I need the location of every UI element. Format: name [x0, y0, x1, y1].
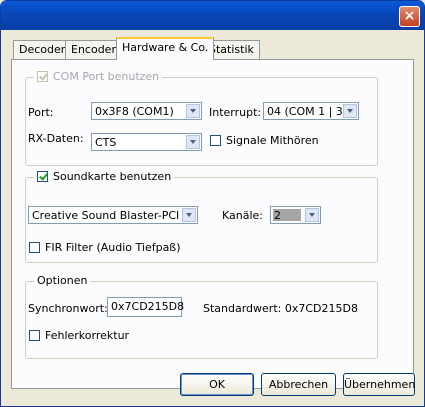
error-correction-checkbox[interactable] [29, 330, 40, 341]
fir-filter-label: FIR Filter (Audio Tiefpaß) [45, 241, 181, 254]
tab-hardware[interactable]: Hardware & Co. [116, 37, 215, 60]
interrupt-value: 04 (COM 1 | 3) [267, 105, 348, 118]
tab-decoder[interactable]: Decoder [13, 40, 72, 59]
rx-data-label: RX-Daten: [28, 132, 84, 145]
sync-word-input[interactable]: 0x7CD215D8 [107, 297, 185, 317]
close-button[interactable]: × [399, 6, 420, 27]
port-select[interactable]: 0x3F8 (COM1) [91, 102, 202, 120]
tab-encoder[interactable]: Encoder [65, 40, 122, 59]
tab-panel-hardware: COM Port benutzen Port: 0x3F8 (COM1) Int… [11, 59, 414, 389]
signal-monitor-label: Signale Mithören [226, 134, 319, 147]
channels-label: Kanäle: [222, 209, 264, 222]
tab-label: Statistik [209, 43, 254, 56]
apply-label: Übernehmen [344, 378, 416, 391]
tab-label: Hardware & Co. [122, 41, 209, 54]
com-port-toggle[interactable]: COM Port benutzen [34, 70, 163, 83]
default-value-text: Standardwert: 0x7CD215D8 [203, 302, 358, 315]
soundcard-toggle[interactable]: Soundkarte benutzen [34, 170, 175, 183]
chevron-down-icon[interactable] [182, 208, 196, 222]
soundcard-checkbox[interactable] [37, 171, 48, 182]
com-port-label: COM Port benutzen [53, 70, 160, 83]
chevron-down-icon[interactable] [186, 104, 200, 118]
rx-data-select[interactable]: CTS [91, 133, 202, 151]
chevron-down-icon[interactable] [305, 208, 319, 222]
interrupt-select[interactable]: 04 (COM 1 | 3) [263, 102, 359, 120]
title-bar: × [1, 1, 424, 30]
cancel-label: Abbrechen [268, 378, 329, 391]
options-legend: Optionen [34, 274, 91, 287]
apply-button[interactable]: Übernehmen [343, 373, 415, 396]
options-group: Optionen [25, 274, 378, 359]
port-label: Port: [28, 106, 54, 119]
soundcard-label: Soundkarte benutzen [53, 170, 172, 183]
rx-data-value: CTS [95, 136, 117, 149]
sound-device-select[interactable]: Creative Sound Blaster-PCI [28, 206, 198, 224]
port-value: 0x3F8 (COM1) [95, 105, 174, 118]
fir-filter-checkbox[interactable] [29, 242, 40, 253]
error-correction-label: Fehlerkorrektur [45, 329, 130, 342]
com-port-checkbox[interactable] [37, 71, 48, 82]
dialog-window: × Decoder Encoder Hardware & Co. Statist… [0, 0, 425, 407]
com-port-group: COM Port benutzen [25, 70, 378, 166]
options-label: Optionen [37, 274, 88, 287]
chevron-down-icon[interactable] [343, 104, 357, 118]
close-icon: × [403, 8, 416, 24]
ok-button[interactable]: OK [180, 373, 254, 396]
sync-word-value: 0x7CD215D8 [111, 300, 185, 313]
ok-label: OK [209, 378, 225, 391]
channels-value: 2 [274, 209, 281, 222]
interrupt-label: Interrupt: [209, 106, 262, 119]
error-correction-toggle[interactable]: Fehlerkorrektur [29, 329, 129, 342]
signal-monitor-checkbox[interactable] [210, 135, 221, 146]
sound-device-value: Creative Sound Blaster-PCI [32, 209, 180, 222]
chevron-down-icon[interactable] [186, 135, 200, 149]
dialog-body: Decoder Encoder Hardware & Co. Statistik… [4, 30, 421, 403]
signal-monitor-toggle[interactable]: Signale Mithören [210, 134, 319, 147]
sync-word-label: Synchronwort: [28, 302, 108, 315]
cancel-button[interactable]: Abbrechen [261, 373, 336, 396]
tab-label: Encoder [71, 43, 116, 56]
channels-select[interactable]: 2 [270, 206, 321, 224]
tab-label: Decoder [19, 43, 66, 56]
fir-filter-toggle[interactable]: FIR Filter (Audio Tiefpaß) [29, 241, 181, 254]
